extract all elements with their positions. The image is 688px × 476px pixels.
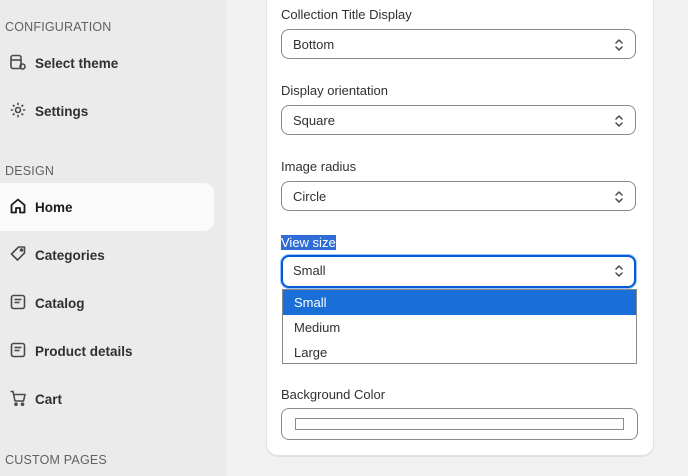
catalog-icon bbox=[10, 294, 26, 310]
select-chevron-icon bbox=[615, 265, 623, 277]
sidebar-item-home[interactable]: Home bbox=[0, 183, 214, 231]
sidebar-item-label: Catalog bbox=[35, 295, 85, 311]
sidebar-item-select-theme[interactable]: Select theme bbox=[0, 39, 214, 87]
option-label: Medium bbox=[294, 320, 341, 335]
configuration-section-label: CONFIGURATION bbox=[5, 20, 112, 34]
collection-title-display-select[interactable]: Bottom bbox=[281, 29, 636, 59]
sidebar: CONFIGURATION Select theme Settings DESI… bbox=[0, 0, 226, 476]
display-orientation-label: Display orientation bbox=[281, 83, 388, 98]
sidebar-item-settings[interactable]: Settings bbox=[0, 87, 214, 135]
select-chevron-icon bbox=[615, 39, 623, 51]
background-color-swatch[interactable] bbox=[295, 418, 624, 430]
select-chevron-icon bbox=[615, 115, 623, 127]
option-label: Large bbox=[294, 345, 328, 360]
sidebar-item-product-details[interactable]: Product details bbox=[0, 327, 214, 375]
sidebar-item-label: Settings bbox=[35, 103, 89, 119]
view-size-option-large[interactable]: Large bbox=[283, 340, 636, 365]
background-color-field[interactable] bbox=[281, 408, 638, 440]
sidebar-item-catalog[interactable]: Catalog bbox=[0, 279, 214, 327]
image-radius-select[interactable]: Circle bbox=[281, 181, 636, 211]
cart-icon bbox=[10, 390, 26, 406]
view-size-label: View size bbox=[281, 235, 336, 250]
select-value: Small bbox=[293, 263, 326, 278]
sidebar-item-label: Categories bbox=[35, 247, 105, 263]
home-icon bbox=[10, 198, 26, 214]
tag-icon bbox=[10, 246, 26, 261]
sidebar-item-label: Home bbox=[35, 199, 73, 215]
theme-icon bbox=[10, 54, 26, 70]
view-size-option-medium[interactable]: Medium bbox=[283, 315, 636, 340]
design-section-label: DESIGN bbox=[5, 164, 55, 178]
select-value: Bottom bbox=[293, 37, 335, 52]
option-label: Small bbox=[294, 295, 327, 310]
sidebar-item-categories[interactable]: Categories bbox=[0, 231, 214, 279]
select-chevron-icon bbox=[615, 191, 623, 203]
product-details-icon bbox=[10, 342, 26, 358]
gear-icon bbox=[10, 102, 26, 118]
image-radius-label: Image radius bbox=[281, 159, 357, 174]
select-value: Circle bbox=[293, 189, 327, 204]
select-value: Square bbox=[293, 113, 335, 128]
sidebar-item-cart[interactable]: Cart bbox=[0, 375, 214, 423]
collection-title-display-label: Collection Title Display bbox=[281, 7, 412, 22]
custom-pages-section-label: CUSTOM PAGES bbox=[5, 453, 107, 467]
view-size-label-text: View size bbox=[281, 235, 336, 250]
sidebar-item-label: Product details bbox=[35, 343, 133, 359]
view-size-select[interactable]: Small bbox=[281, 255, 636, 288]
background-color-label: Background Color bbox=[281, 387, 386, 402]
view-size-dropdown: Small Medium Large bbox=[282, 289, 637, 364]
view-size-option-small[interactable]: Small bbox=[283, 290, 636, 315]
sidebar-item-label: Cart bbox=[35, 391, 63, 407]
sidebar-item-label: Select theme bbox=[35, 55, 119, 71]
display-orientation-select[interactable]: Square bbox=[281, 105, 636, 135]
